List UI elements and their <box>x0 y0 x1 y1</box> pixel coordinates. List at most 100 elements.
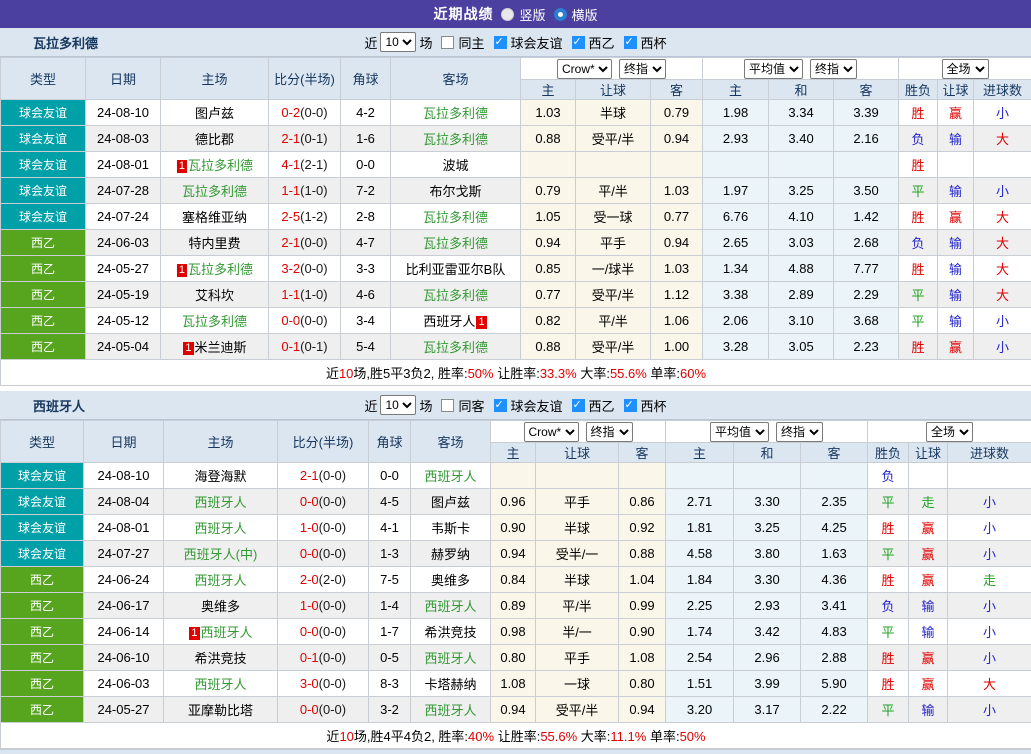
type-cell: 西乙 <box>1 230 86 256</box>
score-cell: 0-0(0-0) <box>269 308 341 334</box>
goals-result-cell: 小 <box>948 593 1031 619</box>
friendly-checkbox[interactable] <box>494 399 507 412</box>
goals-result-cell: 小 <box>974 308 1031 334</box>
europe-source-select[interactable]: 平均值 <box>710 422 769 442</box>
result-cell: 胜 <box>899 256 938 282</box>
corner-cell: 7-5 <box>369 567 411 593</box>
date-cell: 24-07-24 <box>86 204 161 230</box>
home-team-cell: 艾科坎 <box>161 282 269 308</box>
handicap-source-select[interactable]: Crow* <box>524 422 579 442</box>
sub-ah-line: 让球 <box>536 443 619 463</box>
europe-final-select[interactable]: 终指 <box>776 422 823 442</box>
ah-away-odds-cell: 0.92 <box>619 515 666 541</box>
result-cell: 平 <box>868 541 909 567</box>
result-cell: 平 <box>899 282 938 308</box>
handicap-source-select[interactable]: Crow* <box>557 59 612 79</box>
team-name-text: 西班牙人 <box>194 521 246 536</box>
away-team-cell: 西班牙人 <box>411 697 491 723</box>
team-name-text: 西班牙人(中) <box>184 547 258 562</box>
corner-cell: 5-4 <box>341 334 391 360</box>
segunda-checkbox[interactable] <box>572 36 585 49</box>
team-name-text: 瓦拉多利德 <box>423 288 488 303</box>
corner-cell: 0-0 <box>369 463 411 489</box>
ah-away-odds-cell: 1.08 <box>619 645 666 671</box>
ah-home-odds-cell: 0.80 <box>491 645 536 671</box>
ah-line-cell <box>536 463 619 489</box>
eu-draw-odds-cell: 3.30 <box>734 489 801 515</box>
match-row: 球会友谊24-08-011瓦拉多利德4-1(2-1)0-0波城胜 <box>1 152 1031 178</box>
europe-final-select[interactable]: 终指 <box>810 59 857 79</box>
summary-label: 单率: <box>647 366 680 381</box>
ah-home-odds-cell <box>491 463 536 489</box>
halftime-score: (0-1) <box>300 339 327 354</box>
team-name-text: 西班牙人 <box>424 599 476 614</box>
away-team-cell: 瓦拉多利德 <box>391 204 521 230</box>
ah-away-odds-cell: 0.86 <box>619 489 666 515</box>
type-cell: 球会友谊 <box>1 204 86 230</box>
ah-line-cell: 半球 <box>536 567 619 593</box>
scope-select[interactable]: 全场 <box>926 422 973 442</box>
cup-checkbox[interactable] <box>624 399 637 412</box>
filter-bar-team2: 近 10 场 同客 球会友谊 西乙 西杯 <box>364 395 666 415</box>
date-cell: 24-08-10 <box>84 463 164 489</box>
halftime-score: (1-0) <box>300 287 327 302</box>
type-cell: 球会友谊 <box>1 541 84 567</box>
fulltime-score: 1-1 <box>281 183 300 198</box>
same-venue-checkbox[interactable] <box>441 399 454 412</box>
halftime-score: (0-0) <box>319 468 346 483</box>
sub-eu-away: 客 <box>834 80 899 100</box>
fulltime-score: 3-0 <box>300 676 319 691</box>
summary-value: 11.1% <box>610 729 646 744</box>
radio-selected-icon[interactable] <box>554 8 567 21</box>
ah-away-odds-cell: 1.06 <box>651 308 703 334</box>
ah-away-odds-cell: 1.03 <box>651 178 703 204</box>
date-cell: 24-07-28 <box>86 178 161 204</box>
summary-label: 近 <box>326 366 339 381</box>
eu-away-odds-cell: 3.39 <box>834 100 899 126</box>
layout-radio-vertical[interactable]: 竖版 <box>501 5 545 24</box>
type-cell: 西乙 <box>1 567 84 593</box>
halftime-score: (2-1) <box>300 157 327 172</box>
result-cell: 胜 <box>868 515 909 541</box>
handicap-result-cell: 赢 <box>938 204 974 230</box>
goals-result-cell: 小 <box>974 334 1031 360</box>
fulltime-score: 1-0 <box>300 520 319 535</box>
match-row: 西乙24-05-19艾科坎1-1(1-0)4-6瓦拉多利德0.77受平/半1.1… <box>1 282 1031 308</box>
score-cell: 2-5(1-2) <box>269 204 341 230</box>
friendly-checkbox[interactable] <box>494 36 507 49</box>
eu-home-odds-cell: 2.06 <box>703 308 769 334</box>
handicap-final-select[interactable]: 终指 <box>619 59 666 79</box>
segunda-checkbox[interactable] <box>572 399 585 412</box>
scope-group-header: 全场 <box>868 421 1031 443</box>
scope-select[interactable]: 全场 <box>942 59 989 79</box>
ah-away-odds-cell: 1.04 <box>619 567 666 593</box>
handicap-final-select[interactable]: 终指 <box>586 422 633 442</box>
goals-result-cell: 小 <box>974 100 1031 126</box>
handicap-result-cell: 赢 <box>938 334 974 360</box>
radio-icon[interactable] <box>501 8 514 21</box>
corner-cell: 7-2 <box>341 178 391 204</box>
layout-radio-horizontal[interactable]: 横版 <box>554 5 598 24</box>
near-count-select[interactable]: 10 <box>380 32 416 52</box>
score-cell: 2-1(0-0) <box>278 463 369 489</box>
team-name-text: 比利亚雷亚尔B队 <box>406 262 506 277</box>
europe-source-select[interactable]: 平均值 <box>744 59 803 79</box>
team-name-text: 奥维多 <box>431 573 470 588</box>
near-count-select[interactable]: 10 <box>380 395 416 415</box>
type-cell: 球会友谊 <box>1 515 84 541</box>
corner-cell: 0-0 <box>341 152 391 178</box>
cup-checkbox[interactable] <box>624 36 637 49</box>
europe-group-header: 平均值 终指 <box>703 58 899 80</box>
ah-home-odds-cell: 0.94 <box>491 697 536 723</box>
summary-label: 近 <box>326 729 339 744</box>
same-venue-label: 同客 <box>458 396 484 415</box>
away-team-cell: 瓦拉多利德 <box>391 230 521 256</box>
type-cell: 西乙 <box>1 619 84 645</box>
match-row: 球会友谊24-08-03德比郡2-1(0-1)1-6瓦拉多利德0.88受平/半0… <box>1 126 1031 152</box>
type-cell: 球会友谊 <box>1 126 86 152</box>
result-cell: 胜 <box>899 334 938 360</box>
eu-home-odds-cell: 1.84 <box>666 567 734 593</box>
ah-home-odds-cell: 1.03 <box>521 100 576 126</box>
date-cell: 24-05-19 <box>86 282 161 308</box>
same-venue-checkbox[interactable] <box>441 36 454 49</box>
